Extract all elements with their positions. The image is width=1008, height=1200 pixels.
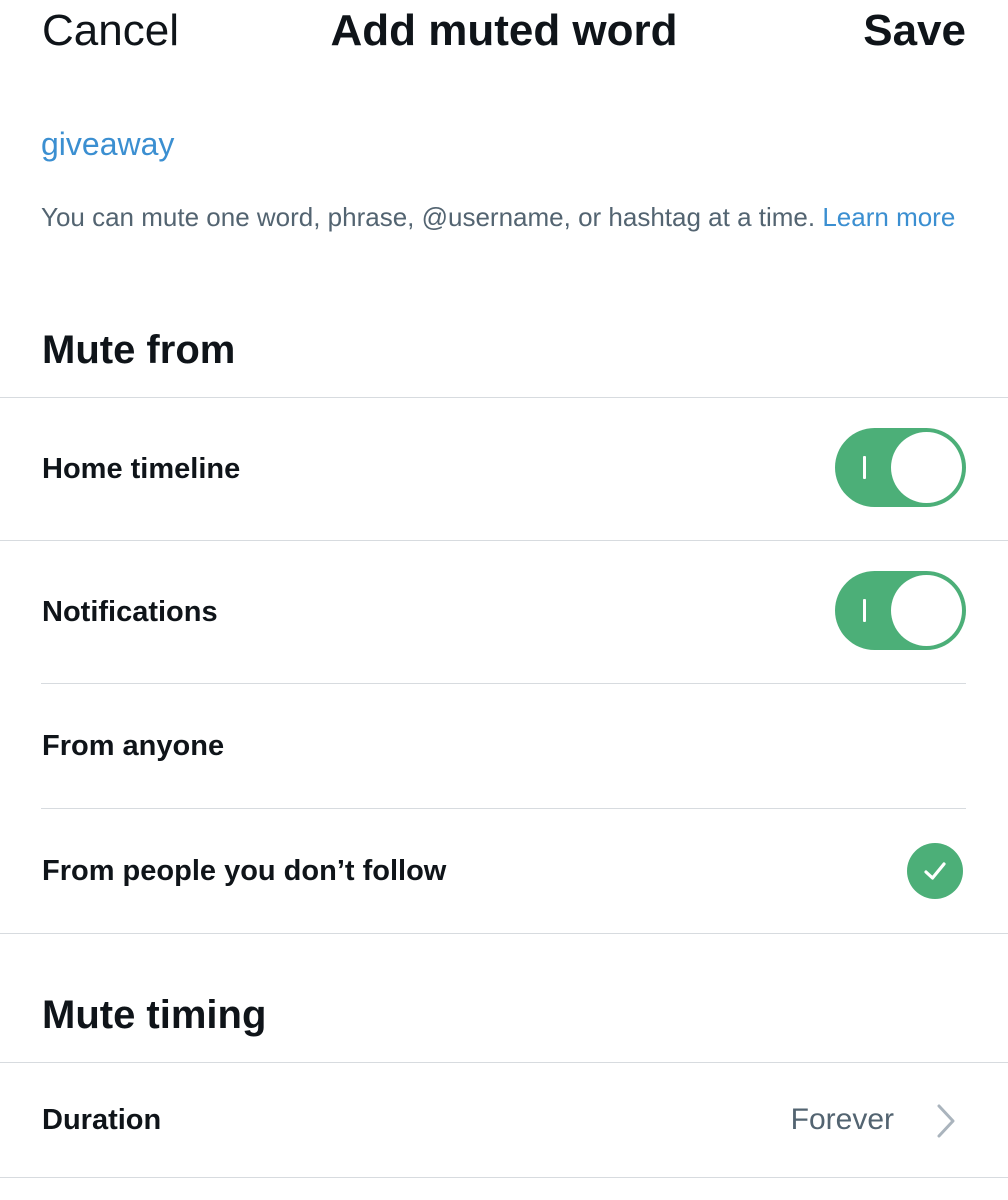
hint-text: You can mute one word, phrase, @username… [41, 199, 955, 235]
from-anyone-label: From anyone [42, 730, 225, 762]
notifications-toggle[interactable] [835, 571, 966, 650]
duration-value: Forever [790, 1103, 894, 1136]
mute-from-heading: Mute from [42, 328, 236, 372]
divider [0, 933, 1008, 934]
divider [0, 1177, 1008, 1178]
chevron-right-icon [934, 1102, 958, 1145]
notifications-row[interactable]: Notifications [0, 541, 1008, 683]
toggle-on-indicator-icon [863, 456, 866, 479]
cancel-button[interactable]: Cancel [42, 5, 179, 57]
home-timeline-label: Home timeline [42, 453, 241, 485]
hint-message: You can mute one word, phrase, @username… [41, 202, 816, 232]
check-icon [907, 843, 963, 899]
toggle-on-indicator-icon [863, 599, 866, 622]
mute-timing-heading: Mute timing [42, 993, 267, 1037]
from-non-followers-option[interactable]: From people you don’t follow [0, 809, 1008, 933]
notifications-label: Notifications [42, 596, 218, 628]
save-button[interactable]: Save [863, 5, 966, 57]
muted-word-input[interactable]: giveaway [41, 124, 174, 164]
duration-label: Duration [42, 1104, 162, 1136]
toggle-knob [891, 432, 962, 503]
toggle-knob [891, 575, 962, 646]
from-anyone-option[interactable]: From anyone [0, 684, 1008, 808]
from-non-followers-label: From people you don’t follow [42, 855, 447, 887]
home-timeline-row[interactable]: Home timeline [0, 398, 1008, 540]
duration-row[interactable]: Duration Forever [0, 1063, 1008, 1177]
home-timeline-toggle[interactable] [835, 428, 966, 507]
learn-more-link[interactable]: Learn more [822, 202, 955, 232]
